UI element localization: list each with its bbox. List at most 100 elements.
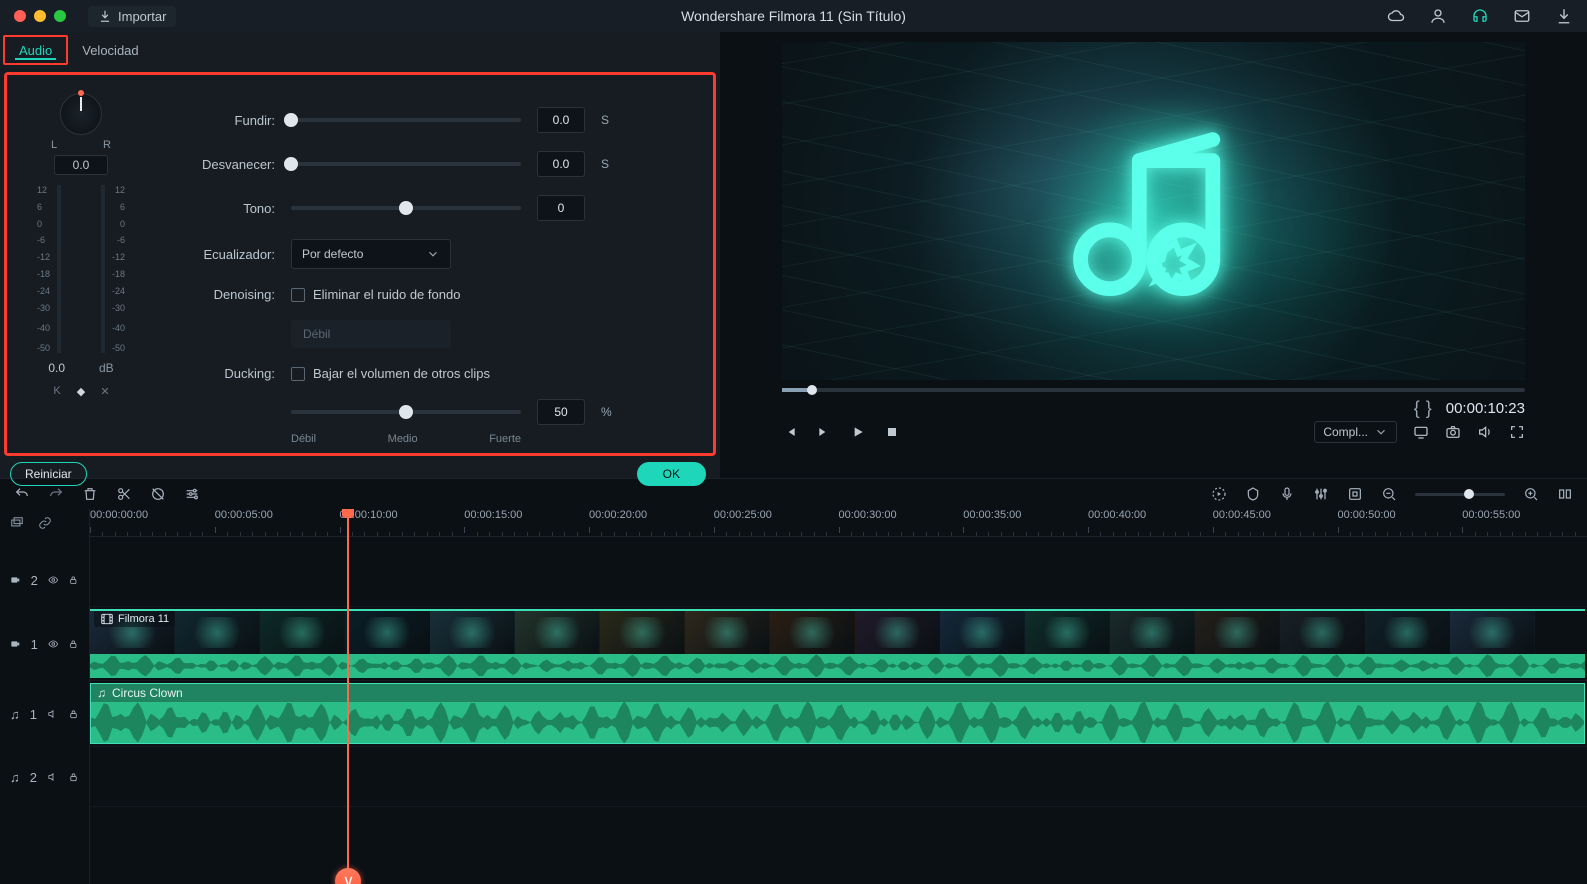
vu-meter-left[interactable]: 12 6 0 -6 -12 -18 -24 -30 -40 -50 [37,185,79,353]
vu-tick: -50 [37,343,79,353]
title-bar-actions [1387,7,1573,25]
crop-icon[interactable] [150,486,166,502]
lock-icon[interactable] [68,573,79,587]
playhead[interactable]: ∨ [347,509,349,884]
stop-icon[interactable] [884,424,900,440]
maximize-window-icon[interactable] [54,10,66,22]
denoising-checkbox-label: Eliminar el ruido de fondo [313,287,460,302]
keyframe-panel-icon[interactable] [1347,486,1363,502]
tab-velocidad[interactable]: Velocidad [68,35,152,65]
close-window-icon[interactable] [14,10,26,22]
vu-tick: -40 [83,323,125,333]
fit-icon[interactable] [1557,486,1573,502]
pan-lr-labels: L R [51,139,111,151]
render-icon[interactable] [1211,486,1227,502]
fundir-slider[interactable] [291,118,521,122]
keyframe-k-button[interactable]: K [49,383,65,399]
mute-icon[interactable] [47,707,58,721]
denoising-checkbox[interactable]: Eliminar el ruido de fondo [291,287,460,302]
vu-tick: 12 [83,185,125,195]
lock-icon[interactable] [68,770,79,784]
tono-value[interactable]: 0 [537,195,585,221]
ducking-slider[interactable] [291,410,521,414]
ecualizador-select[interactable]: Por defecto [291,239,451,269]
ducking-scale-medium: Medio [388,433,418,445]
snapshot-icon[interactable] [1445,424,1461,440]
voiceover-icon[interactable] [1279,486,1295,502]
pan-value[interactable]: 0.0 [54,155,108,175]
minimize-window-icon[interactable] [34,10,46,22]
ruler-tick: 00:00:50:00 [1338,509,1396,521]
track-video1[interactable]: Filmora 11 [90,607,1587,681]
zoom-in-icon[interactable] [1523,486,1539,502]
visibility-icon[interactable] [48,637,59,651]
fullscreen-icon[interactable] [1509,424,1525,440]
marker-icon[interactable] [1245,486,1261,502]
tono-row: Tono: 0 [175,195,695,221]
nest-icon[interactable] [10,516,24,530]
ok-button[interactable]: OK [637,462,706,486]
preview-progress[interactable] [782,388,1525,392]
support-icon[interactable] [1471,7,1489,25]
track-audio1[interactable]: ♫ Circus Clown [90,681,1587,747]
timeline-tracks[interactable]: 00:00:00:0000:00:05:0000:00:10:0000:00:1… [90,509,1587,884]
cut-icon[interactable] [116,486,132,502]
music-track-icon: ♫ [10,707,20,722]
ruler-tick: 00:00:00:00 [90,509,148,521]
play-icon[interactable] [850,424,866,440]
lock-icon[interactable] [68,707,79,721]
mark-in-out[interactable]: {} [1414,398,1432,419]
step-back-icon[interactable] [782,424,798,440]
tab-audio[interactable]: Audio [3,35,68,65]
track-number: 1 [30,707,37,722]
delete-icon[interactable] [82,486,98,502]
undo-icon[interactable] [14,486,30,502]
video-clip[interactable]: Filmora 11 [90,609,1585,678]
vu-meter-right[interactable]: 12 6 0 -6 -12 -18 -24 -30 -40 -50 [83,185,125,353]
account-icon[interactable] [1429,7,1447,25]
video-clip-name: Filmora 11 [118,613,169,625]
reset-button[interactable]: Reiniciar [10,462,87,486]
track-audio2[interactable] [90,747,1587,807]
mute-icon[interactable] [47,770,58,784]
fundir-value[interactable]: 0.0 [537,107,585,133]
timeline-ruler[interactable]: 00:00:00:0000:00:05:0000:00:10:0000:00:1… [90,509,1587,537]
pan-knob[interactable] [60,93,102,135]
mixer-icon[interactable] [1313,486,1329,502]
ducking-value[interactable]: 50 [537,399,585,425]
import-button[interactable]: Importar [88,6,176,27]
ducking-checkbox[interactable]: Bajar el volumen de otros clips [291,366,490,381]
ducking-checkbox-label: Bajar el volumen de otros clips [313,366,490,381]
download-icon[interactable] [1555,7,1573,25]
audio-clip[interactable]: ♫ Circus Clown [90,683,1585,744]
track-video2[interactable] [90,553,1587,607]
cloud-icon[interactable] [1387,7,1405,25]
tab-velocidad-label: Velocidad [82,43,138,58]
desvanecer-slider[interactable] [291,162,521,166]
preview-quality-select[interactable]: Compl... [1314,421,1397,443]
visibility-icon[interactable] [48,573,59,587]
mail-icon[interactable] [1513,7,1531,25]
link-icon[interactable] [38,516,52,530]
zoom-out-icon[interactable] [1381,486,1397,502]
step-forward-icon[interactable] [816,424,832,440]
window-controls [14,10,66,22]
settings-icon[interactable] [184,486,200,502]
thumbnail-strip [90,609,1585,654]
playhead-handle-icon[interactable]: ∨ [335,868,361,884]
audio-properties-body: L R 0.0 12 6 0 -6 -12 -18 -2 [4,72,716,456]
keyframe-delete-icon[interactable]: ✕ [97,383,113,399]
ecualizador-row: Ecualizador: Por defecto [175,239,695,269]
ruler-tick: 00:00:55:00 [1462,509,1520,521]
ducking-unit: % [601,405,615,419]
preview-canvas[interactable] [782,42,1525,380]
redo-icon[interactable] [48,486,64,502]
keyframe-toggle-icon[interactable]: ◆ [73,383,89,399]
db-label: dB [99,361,114,375]
display-icon[interactable] [1413,424,1429,440]
tono-slider[interactable] [291,206,521,210]
lock-icon[interactable] [68,637,79,651]
zoom-slider[interactable] [1415,493,1505,496]
volume-icon[interactable] [1477,424,1493,440]
desvanecer-value[interactable]: 0.0 [537,151,585,177]
